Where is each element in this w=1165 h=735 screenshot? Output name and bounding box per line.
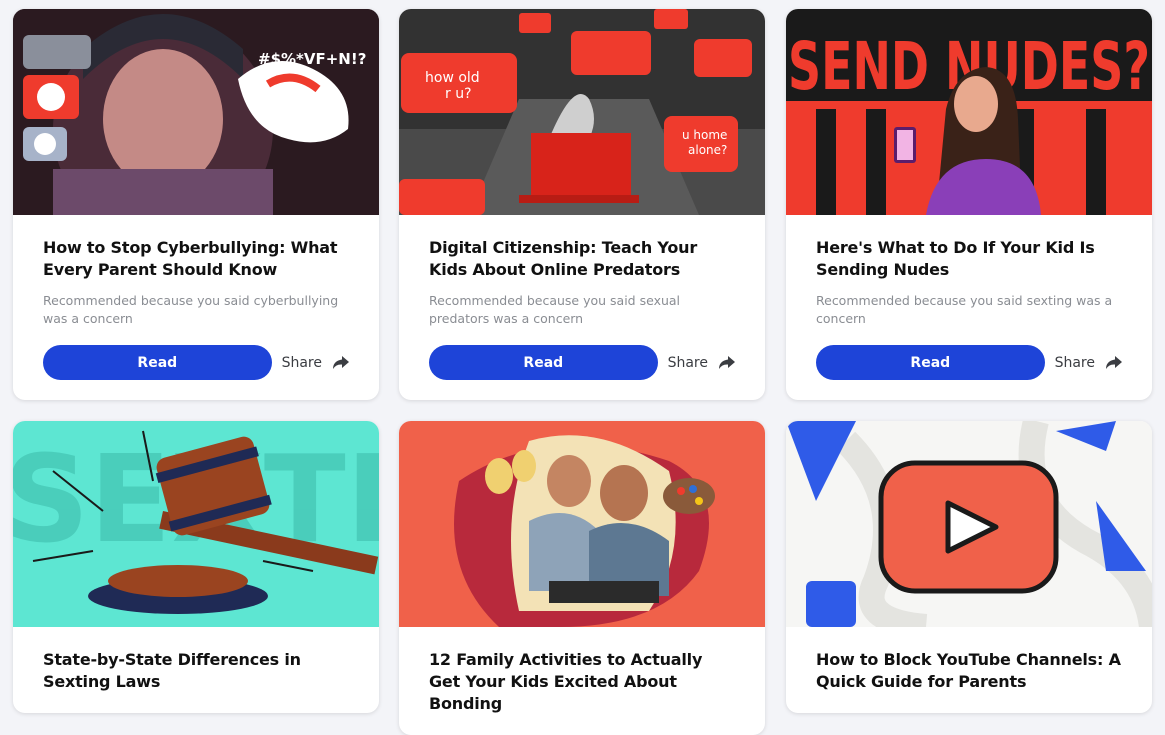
article-thumbnail[interactable]: #$%*VF+N!? <box>13 9 379 215</box>
share-button[interactable]: Share <box>668 355 735 371</box>
article-card[interactable]: How to Block YouTube Channels: A Quick G… <box>786 421 1152 713</box>
predator-message-1: how old <box>425 70 480 86</box>
youtube-block-illustration <box>786 421 1152 627</box>
curse-text: #$%*VF+N!? <box>258 50 366 68</box>
share-arrow-icon <box>1105 355 1122 370</box>
read-button[interactable]: Read <box>816 345 1045 380</box>
article-thumbnail[interactable]: SEND NUDES? <box>786 9 1152 215</box>
article-card[interactable]: 12 Family Activities to Actually Get You… <box>399 421 765 735</box>
recommendation-reason: Recommended because you said sexual pred… <box>429 293 681 326</box>
predator-message-1b: r u? <box>445 86 472 102</box>
send-nudes-illustration: SEND NUDES? <box>786 9 1152 215</box>
article-thumbnail[interactable] <box>399 421 765 627</box>
family-activities-illustration <box>399 421 765 627</box>
share-button[interactable]: Share <box>282 355 349 371</box>
cyberbullying-illustration: #$%*VF+N!? <box>13 9 379 215</box>
article-title[interactable]: State-by-State Differences in Sexting La… <box>43 649 349 693</box>
article-title[interactable]: How to Block YouTube Channels: A Quick G… <box>816 649 1122 693</box>
article-card[interactable]: how old r u? u home alone? Digital Citiz… <box>399 9 765 400</box>
share-label: Share <box>667 354 708 371</box>
read-button[interactable]: Read <box>43 345 272 380</box>
emoji-bubble <box>23 35 91 69</box>
sexting-laws-illustration: SEXTING <box>13 421 379 627</box>
article-title[interactable]: Here's What to Do If Your Kid Is Sending… <box>816 237 1122 281</box>
article-title[interactable]: Digital Citizenship: Teach Your Kids Abo… <box>429 237 735 281</box>
predator-message-2: u home <box>682 128 727 142</box>
article-thumbnail[interactable]: how old r u? u home alone? <box>399 9 765 215</box>
article-card[interactable]: SEXTING State-by-State Differences in Se… <box>13 421 379 713</box>
article-thumbnail[interactable]: SEXTING <box>13 421 379 627</box>
article-thumbnail[interactable] <box>786 421 1152 627</box>
read-button[interactable]: Read <box>429 345 658 380</box>
share-button[interactable]: Share <box>1055 355 1122 371</box>
share-arrow-icon <box>718 355 735 370</box>
share-label: Share <box>1054 354 1095 371</box>
predator-message-2b: alone? <box>688 143 727 157</box>
share-arrow-icon <box>332 355 349 370</box>
recommendation-reason: Recommended because you said cyberbullyi… <box>43 293 339 326</box>
article-title[interactable]: 12 Family Activities to Actually Get You… <box>429 649 735 715</box>
share-label: Share <box>281 354 322 371</box>
article-title[interactable]: How to Stop Cyberbullying: What Every Pa… <box>43 237 349 281</box>
online-predators-illustration: how old r u? u home alone? <box>399 9 765 215</box>
article-card[interactable]: SEND NUDES? Here's What to Do If Your Ki… <box>786 9 1152 400</box>
article-card[interactable]: #$%*VF+N!? How to Stop Cyberbullying: Wh… <box>13 9 379 400</box>
recommendation-reason: Recommended because you said sexting was… <box>816 293 1113 326</box>
